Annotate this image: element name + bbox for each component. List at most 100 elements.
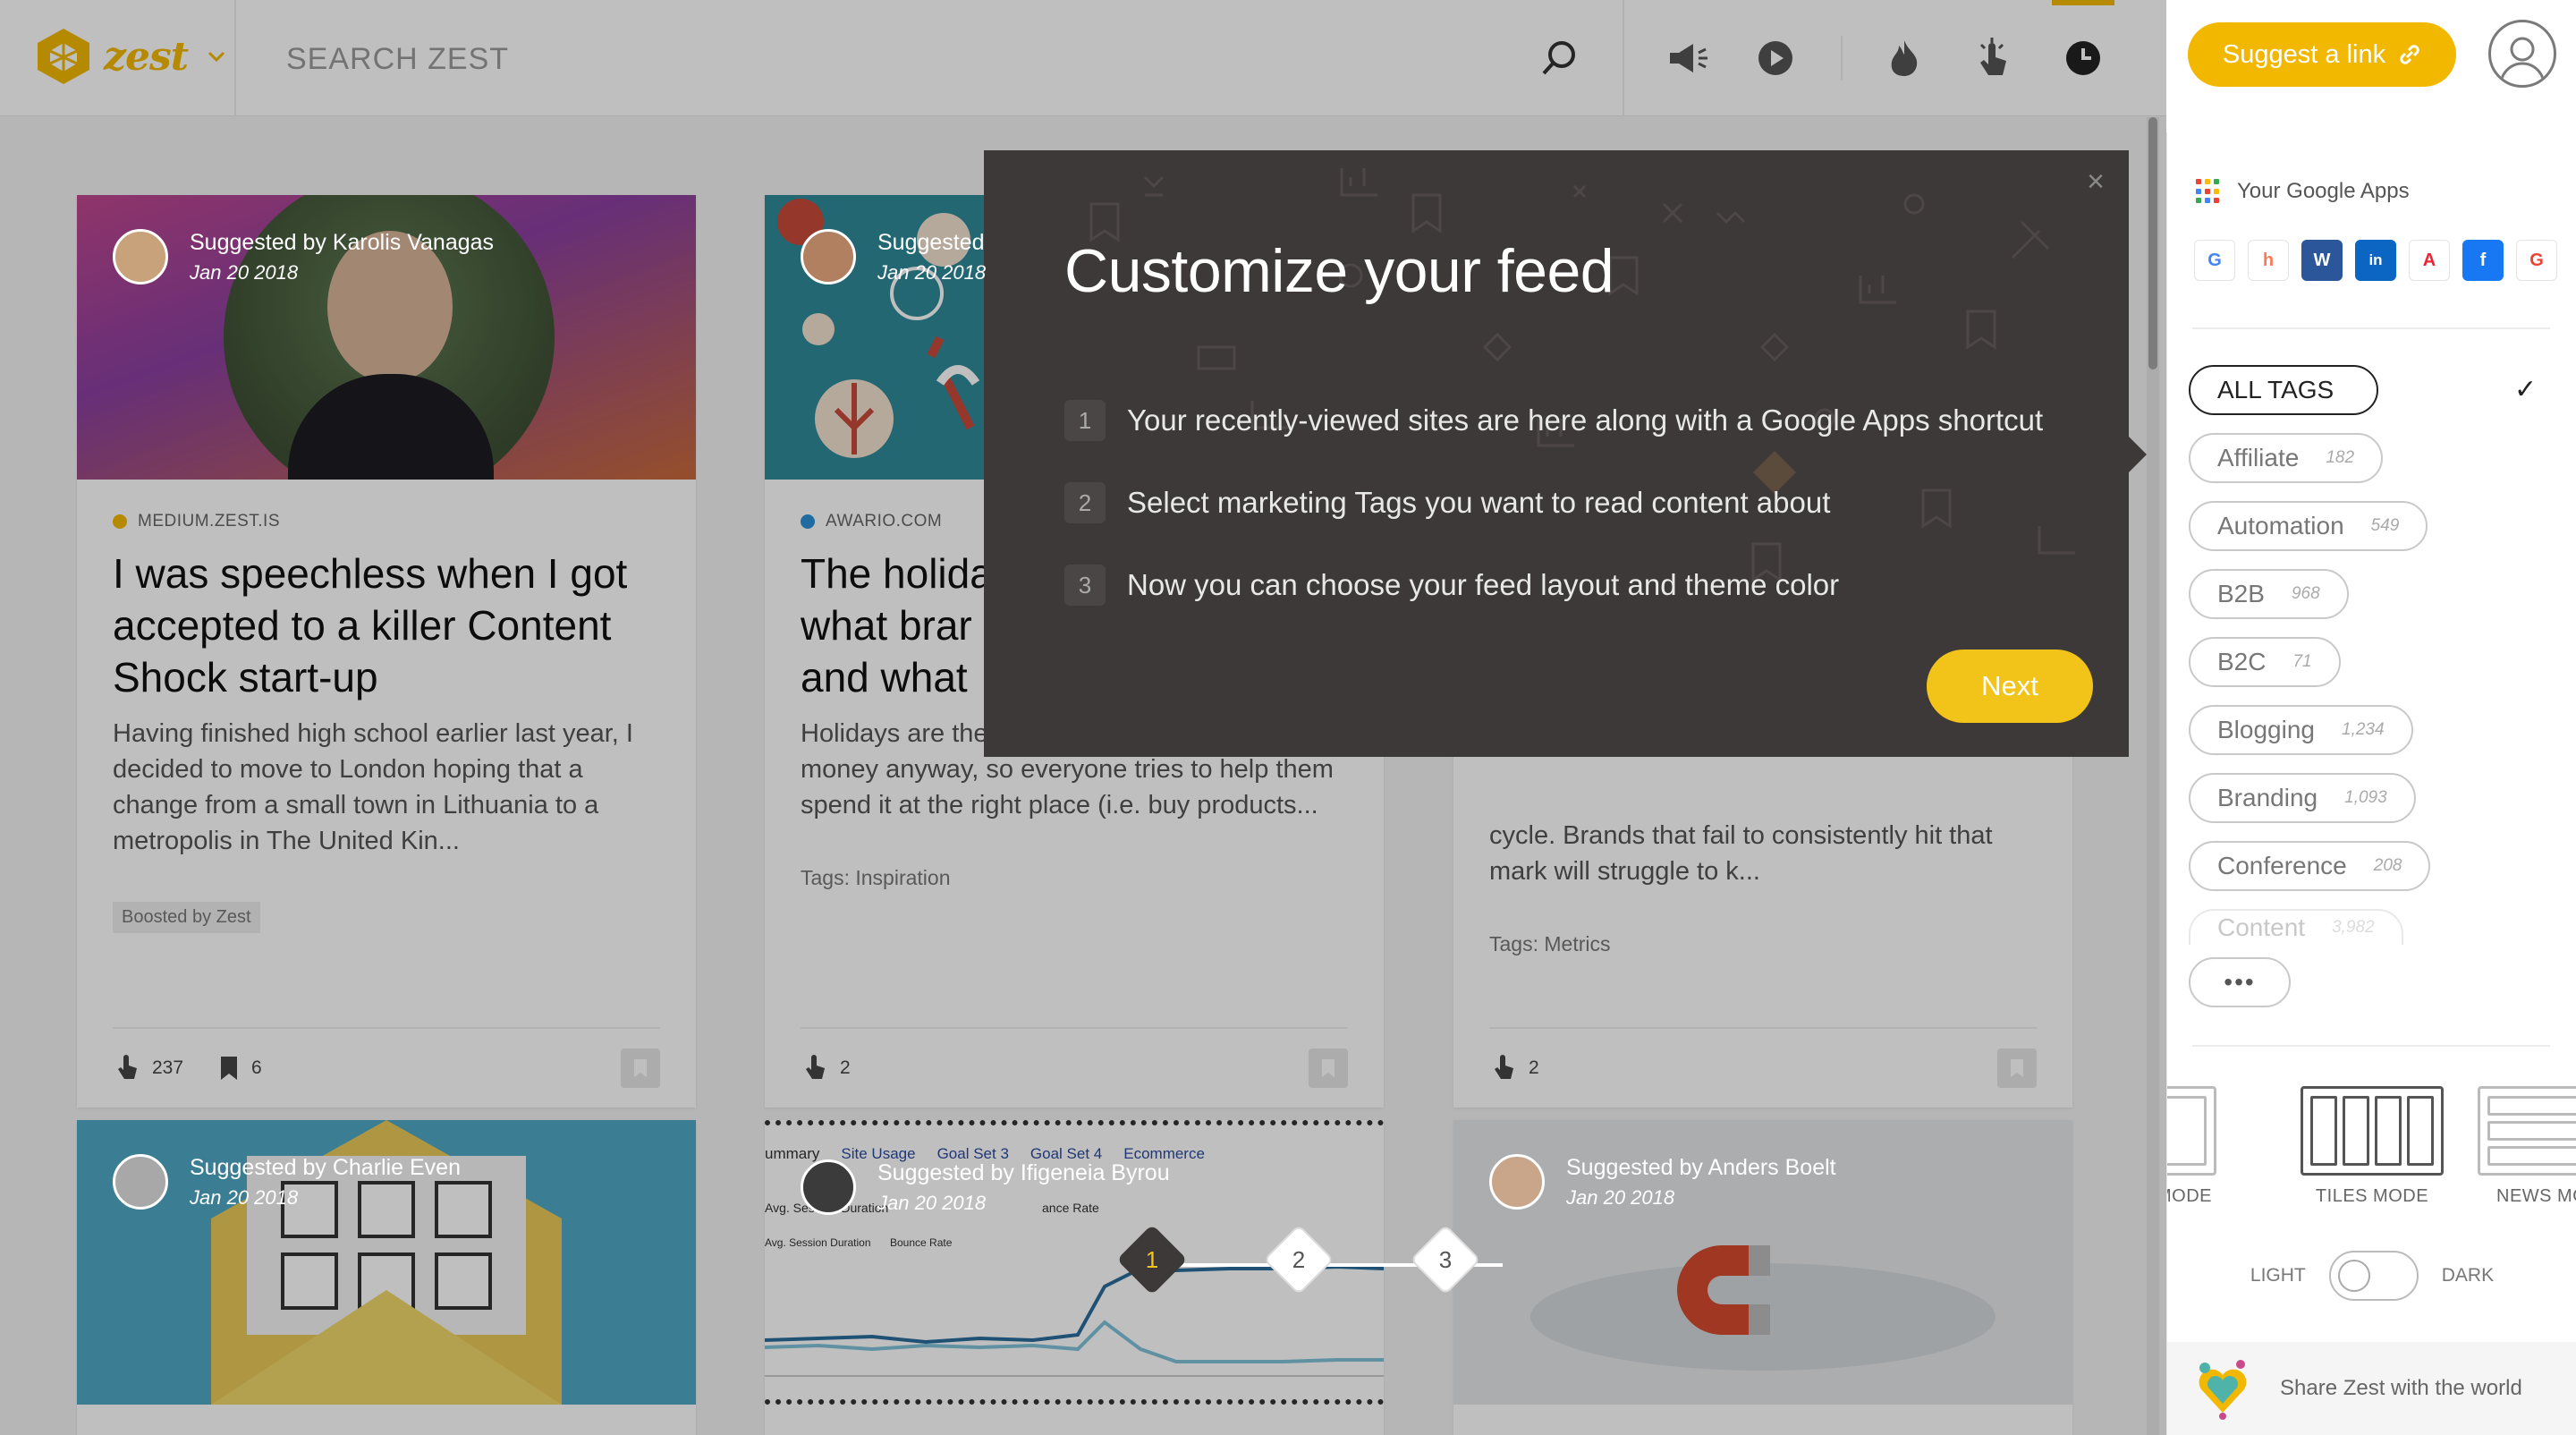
link-icon (2400, 45, 2419, 64)
tag-count: 1,093 (2344, 788, 2387, 807)
customize-panel: Your Google Apps G h W in A f G ALL TAGS… (2166, 132, 2576, 1435)
tag-pill[interactable]: Affiliate 182 (2189, 433, 2384, 483)
user-avatar[interactable] (2488, 20, 2556, 88)
shortcut-letter: f (2479, 250, 2487, 270)
user-icon (2499, 37, 2546, 85)
tag-pill[interactable]: Blogging 1,234 (2189, 705, 2413, 755)
shortcut-letter: A (2422, 250, 2436, 270)
tag-label: ALL TAGS (2217, 376, 2334, 403)
shortcut-letter: W (2313, 250, 2331, 270)
dark-label: DARK (2441, 1265, 2495, 1286)
suggester-name: Suggested by Karolis Vanagas (190, 229, 495, 255)
post-date: Jan 20 2018 (877, 260, 987, 284)
tag-label: Automation (2217, 512, 2344, 539)
avatar (801, 229, 856, 284)
tag-label: Conference (2217, 852, 2347, 879)
apps-grid-icon[interactable] (2196, 179, 2221, 204)
step-number: 3 (1064, 565, 1106, 606)
suggested-by: Suggested by Ifigeneia Byrou Jan 20 2018 (801, 1159, 1170, 1215)
tag-all[interactable]: ALL TAGS (2189, 365, 2378, 415)
tag-label: B2B (2217, 580, 2265, 607)
theme-switcher: LIGHT DARK (2167, 1251, 2576, 1301)
shortcut-letter: in (2368, 251, 2383, 268)
mode-label: NEWS MODE (2496, 1186, 2576, 1206)
tag-pill[interactable]: Automation 549 (2189, 501, 2428, 551)
suggest-link-button[interactable]: Suggest a link (2188, 22, 2456, 87)
step-number: 1 (1145, 1245, 1159, 1273)
site-shortcut-facebook[interactable]: f (2462, 240, 2504, 281)
site-shortcut-hubspot[interactable]: h (2248, 240, 2289, 281)
step-item: 1 Your recently-viewed sites are here al… (1064, 379, 2043, 462)
step-item: 2 Select marketing Tags you want to read… (1064, 462, 2043, 544)
site-shortcut-google[interactable]: G (2516, 240, 2557, 281)
close-icon[interactable]: × (2080, 166, 2111, 197)
tiles-mode-option[interactable]: TILES MODE (2296, 1086, 2448, 1207)
avatar (113, 1154, 168, 1210)
tag-count: 208 (2373, 856, 2402, 875)
step-number: 2 (1292, 1245, 1306, 1273)
shortcut-letter: G (2529, 250, 2544, 270)
site-shortcut-linkedin[interactable]: in (2355, 240, 2396, 281)
suggested-by: Suggested by Anders Boelt Jan 20 2018 (1489, 1154, 1836, 1210)
site-shortcut-acrobat[interactable]: A (2409, 240, 2450, 281)
divider (2192, 327, 2550, 329)
step-text: Select marketing Tags you want to read c… (1127, 486, 1831, 519)
next-button[interactable]: Next (1927, 650, 2093, 723)
progress-step-2[interactable]: 2 (1263, 1224, 1335, 1295)
post-date: Jan 20 2018 (1566, 1185, 1675, 1209)
lore-mode-icon (2167, 1086, 2216, 1176)
tag-count: 1,234 (2341, 720, 2385, 739)
news-mode-option[interactable]: NEWS MODE (2473, 1086, 2576, 1207)
avatar (1489, 1154, 1545, 1210)
post-date: Jan 20 2018 (190, 260, 299, 284)
shortcut-letter: h (2262, 250, 2275, 270)
site-shortcut-google[interactable]: G (2194, 240, 2235, 281)
step-text: Now you can choose your feed layout and … (1127, 568, 1840, 601)
more-tags-button[interactable]: ••• (2189, 957, 2291, 1007)
modal-title: Customize your feed (1064, 237, 1614, 305)
scrollbar[interactable] (2147, 117, 2159, 1435)
step-item: 3 Now you can choose your feed layout an… (1064, 544, 2043, 626)
share-banner[interactable]: Share Zest with the world (2167, 1342, 2576, 1435)
tag-pill[interactable]: Content 3,982 (2189, 909, 2403, 945)
suggest-link-label: Suggest a link (2222, 39, 2386, 69)
step-number: 2 (1064, 482, 1106, 523)
tag-label: Blogging (2217, 716, 2315, 743)
lore-mode-option[interactable]: LORE MODE (2167, 1086, 2221, 1207)
modal-pointer (2129, 437, 2147, 472)
suggester-name: Suggested (877, 229, 985, 255)
tag-list: ALL TAGS Affiliate 182 Automation 549 B2B 9… (2189, 365, 2555, 963)
suggester-name: Suggested by Ifigeneia Byrou (877, 1159, 1170, 1185)
progress-step-1[interactable]: 1 (1116, 1224, 1188, 1295)
suggested-by: Suggested by Charlie Even Jan 20 2018 (113, 1154, 461, 1210)
tag-count: 968 (2291, 584, 2320, 603)
checkmark-icon: ✓ (2514, 375, 2538, 404)
step-number: 1 (1064, 400, 1106, 441)
site-shortcut-word[interactable]: W (2301, 240, 2343, 281)
mode-label: TILES MODE (2315, 1186, 2429, 1206)
share-label: Share Zest with the world (2280, 1376, 2522, 1400)
toggle-knob (2337, 1260, 2370, 1292)
heart-logo-icon (2199, 1360, 2247, 1420)
post-date: Jan 20 2018 (877, 1191, 987, 1214)
google-apps-header: Your Google Apps (2196, 179, 2410, 204)
customize-feed-modal: × Customize your feed 1 Your recently-vi… (984, 150, 2129, 757)
theme-toggle[interactable] (2328, 1251, 2419, 1301)
tag-pill[interactable]: Branding 1,093 (2189, 773, 2416, 823)
tag-pill[interactable]: B2C 71 (2189, 637, 2341, 687)
more-icon: ••• (2224, 968, 2256, 996)
scrollbar-thumb[interactable] (2148, 117, 2157, 369)
tag-count: 71 (2292, 652, 2312, 671)
tag-pill[interactable]: Conference 208 (2189, 841, 2431, 891)
steps-list: 1 Your recently-viewed sites are here al… (1064, 379, 2043, 626)
tag-count: 182 (2326, 448, 2355, 467)
progress-step-3[interactable]: 3 (1410, 1224, 1481, 1295)
tag-pill[interactable]: B2B 968 (2189, 569, 2349, 619)
google-apps-label: Your Google Apps (2237, 179, 2410, 203)
suggested-by: Suggested by Karolis Vanagas Jan 20 2018 (113, 229, 494, 284)
avatar (113, 229, 168, 284)
layout-modes: LORE MODE TILES MODE NEWS MODE (2167, 1086, 2576, 1220)
suggested-by: Suggested Jan 20 2018 (801, 229, 986, 284)
suggester-name: Suggested by Charlie Even (190, 1154, 461, 1180)
tiles-mode-icon (2301, 1086, 2444, 1176)
